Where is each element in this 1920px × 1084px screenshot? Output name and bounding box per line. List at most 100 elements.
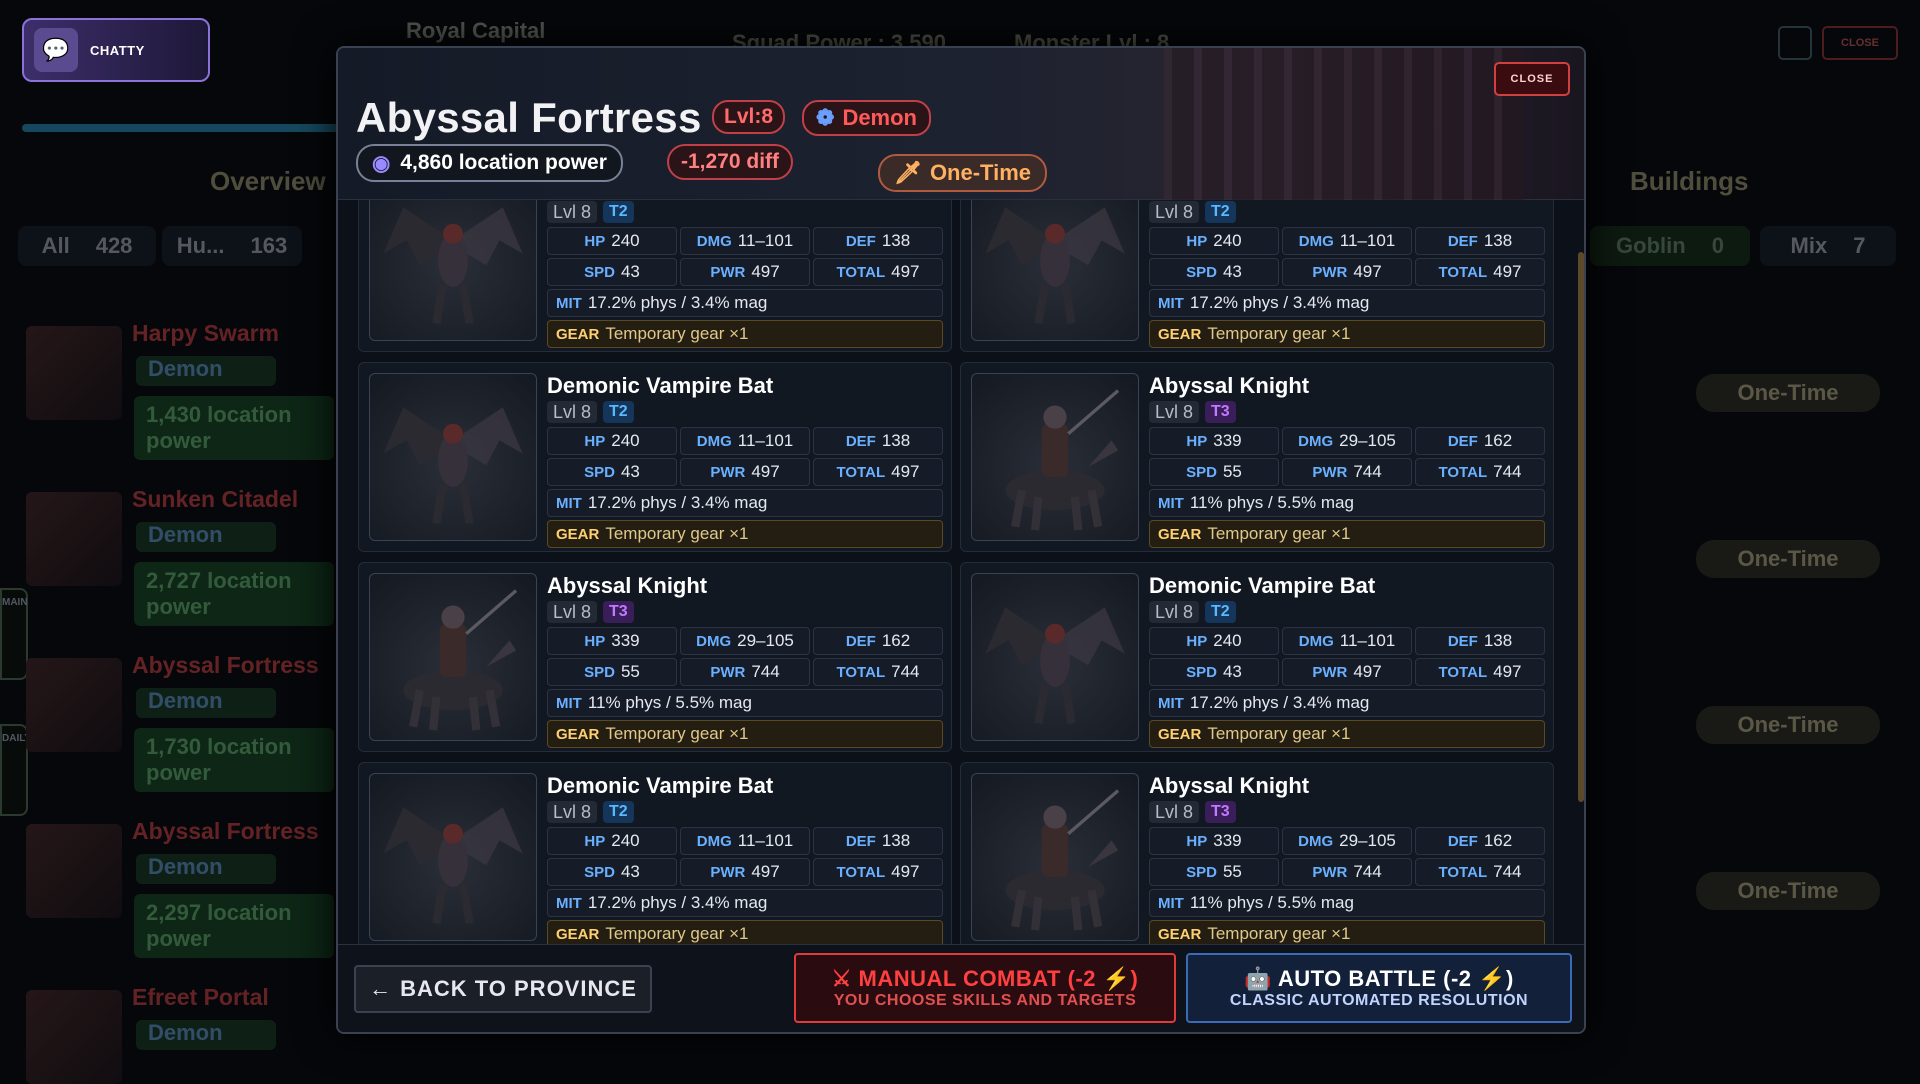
stat-value: 240 <box>611 431 639 451</box>
bg-close-button[interactable]: CLOSE <box>1822 26 1898 60</box>
monster-name: Abyssal Knight <box>547 573 707 599</box>
bg-filter-mix[interactable]: Mix7 <box>1760 226 1896 266</box>
bg-window-icon[interactable] <box>1778 26 1812 60</box>
stat-label: HP <box>584 433 605 450</box>
stat-spd: SPD 55 <box>1149 858 1279 886</box>
stat-value: 43 <box>1223 262 1242 282</box>
stat-value: 240 <box>611 831 639 851</box>
back-to-province-button[interactable]: ←BACK TO PROVINCE <box>354 965 652 1013</box>
manual-combat-button[interactable]: ⚔ MANUAL COMBAT (-2 ⚡) YOU CHOOSE SKILLS… <box>794 953 1176 1023</box>
stat-label: TOTAL <box>837 864 886 881</box>
monster-meta: Lvl 8T3 <box>1149 801 1236 823</box>
monster-card: Demonic Vampire BatLvl 8T2HP240DMG11–101… <box>358 200 952 352</box>
stat-value: 43 <box>1223 662 1242 682</box>
bg-race-badge: Demon <box>136 522 276 552</box>
stat-value: 744 <box>1353 862 1381 882</box>
monster-name: Demonic Vampire Bat <box>1149 573 1375 599</box>
stat-value: 497 <box>1493 262 1521 282</box>
monster-portrait <box>971 773 1139 941</box>
auto-battle-title: AUTO BATTLE (-2 <box>1278 966 1472 991</box>
stat-grid: HP339DMG29–105DEF162SPD55PWR744TOTAL744 <box>547 627 943 686</box>
chat-button[interactable]: 💬 CHATTY <box>22 18 210 82</box>
stat-dmg: DMG11–101 <box>680 827 810 855</box>
stat-total: TOTAL497 <box>1415 658 1545 686</box>
stat-label: HP <box>1186 833 1207 850</box>
gear-row: GEARTemporary gear ×1 <box>1149 520 1545 548</box>
stat-label: SPD <box>1186 664 1217 681</box>
bg-filter-all[interactable]: All428 <box>18 226 156 266</box>
stat-label: PWR <box>710 664 745 681</box>
robot-icon: 🤖 <box>1244 966 1272 991</box>
stat-value: 55 <box>1223 862 1242 882</box>
monster-list[interactable]: Demonic Vampire BatLvl 8T2HP240DMG11–101… <box>338 200 1584 948</box>
stat-value: 162 <box>1484 431 1512 451</box>
stat-label: TOTAL <box>837 264 886 281</box>
stat-value: 138 <box>1484 631 1512 651</box>
stat-total: TOTAL744 <box>1415 858 1545 886</box>
race-label: Demon <box>842 105 917 131</box>
monster-level: Lvl 8 <box>547 401 597 423</box>
mit-label: MIT <box>1158 495 1184 512</box>
stat-label: HP <box>584 833 605 850</box>
stat-label: PWR <box>1312 664 1347 681</box>
manual-combat-subtitle: YOU CHOOSE SKILLS AND TARGETS <box>834 992 1137 1010</box>
gear-label: GEAR <box>556 326 599 343</box>
monster-level: Lvl 8 <box>547 801 597 823</box>
stat-value: 29–105 <box>737 631 794 651</box>
mit-label: MIT <box>1158 895 1184 912</box>
bg-filter-goblin[interactable]: Goblin0 <box>1590 226 1750 266</box>
stat-label: DMG <box>1298 833 1333 850</box>
mitigation-row: MIT17.2% phys / 3.4% mag <box>1149 689 1545 717</box>
close-button[interactable]: CLOSE <box>1494 62 1570 96</box>
chat-bubble-icon: 💬 <box>34 28 78 72</box>
stat-label: SPD <box>1186 264 1217 281</box>
stat-spd: SPD 43 <box>1149 658 1279 686</box>
mit-label: MIT <box>1158 695 1184 712</box>
stat-value: 138 <box>1484 231 1512 251</box>
stat-label: SPD <box>1186 864 1217 881</box>
scrollbar[interactable] <box>1578 252 1584 802</box>
stat-value: 744 <box>751 662 779 682</box>
bg-filter-human[interactable]: Hu...163 <box>162 226 302 266</box>
mitigation-row: MIT17.2% phys / 3.4% mag <box>1149 289 1545 317</box>
monster-portrait <box>369 573 537 741</box>
mit-label: MIT <box>556 695 582 712</box>
auto-battle-button[interactable]: 🤖 AUTO BATTLE (-2 ⚡) CLASSIC AUTOMATED R… <box>1186 953 1572 1023</box>
bg-tab-buildings[interactable]: Buildings <box>1630 166 1748 197</box>
gear-value: Temporary gear ×1 <box>605 924 748 944</box>
stat-value: 339 <box>611 631 639 651</box>
stat-dmg: DMG29–105 <box>1282 827 1412 855</box>
bg-one-time-badge: One-Time <box>1696 374 1880 412</box>
stat-value: 240 <box>611 231 639 251</box>
stat-def: DEF162 <box>1415 827 1545 855</box>
stat-spd: SPD43 <box>547 858 677 886</box>
bg-side-tab-main[interactable]: MAIN <box>0 588 28 680</box>
gear-value: Temporary gear ×1 <box>605 524 748 544</box>
stat-dmg: DMG11–101 <box>680 427 810 455</box>
stat-label: HP <box>1186 633 1207 650</box>
stat-total: TOTAL497 <box>1415 258 1545 286</box>
bg-side-tab-daily[interactable]: DAILY <box>0 724 28 816</box>
swords-icon: ⚔ <box>832 966 852 991</box>
stat-label: PWR <box>710 264 745 281</box>
stat-label: HP <box>584 233 605 250</box>
tier-badge: T3 <box>1205 801 1236 823</box>
monster-level: Lvl 8 <box>1149 601 1199 623</box>
gear-value: Temporary gear ×1 <box>605 724 748 744</box>
stat-value: 497 <box>751 262 779 282</box>
tier-badge: T2 <box>1205 601 1236 623</box>
bg-tab-overview[interactable]: Overview <box>210 166 326 197</box>
stat-value: 497 <box>751 462 779 482</box>
stat-label: HP <box>584 633 605 650</box>
auto-battle-subtitle: CLASSIC AUTOMATED RESOLUTION <box>1230 992 1528 1010</box>
mit-value: 11% phys / 5.5% mag <box>588 693 752 713</box>
mit-label: MIT <box>556 895 582 912</box>
stat-value: 138 <box>882 831 910 851</box>
stat-def: DEF138 <box>1415 227 1545 255</box>
gear-label: GEAR <box>556 726 599 743</box>
back-label: BACK TO PROVINCE <box>400 976 637 1002</box>
power-diff-badge: -1,270 diff <box>667 144 793 180</box>
stat-value: 497 <box>1353 262 1381 282</box>
stat-label: DMG <box>697 433 732 450</box>
monster-portrait <box>369 200 537 341</box>
